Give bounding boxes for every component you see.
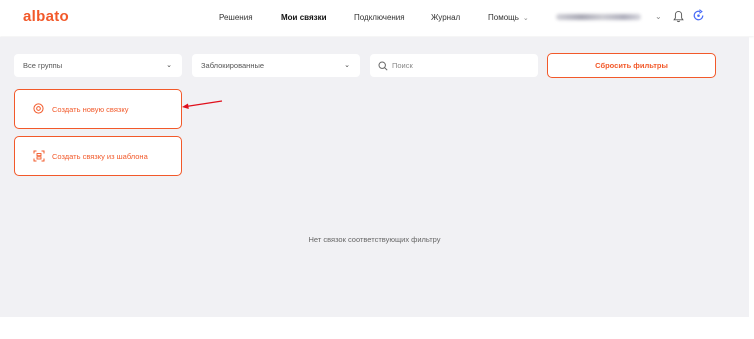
albato-logo[interactable]: albato	[23, 8, 69, 25]
create-from-template-label: Создать связку из шаблона	[52, 152, 148, 161]
reset-filters-button[interactable]: Сбросить фильтры	[547, 53, 716, 78]
search-input[interactable]: Поиск	[370, 54, 538, 77]
nav-connections[interactable]: Подключения	[354, 13, 405, 22]
nav-journal[interactable]: Журнал	[431, 13, 460, 22]
add-circle-icon	[33, 103, 44, 114]
template-icon	[33, 150, 45, 162]
nav-help[interactable]: Помощь ⌄	[488, 13, 529, 22]
chevron-down-icon[interactable]: ⌄	[655, 12, 662, 21]
empty-state-message: Нет связок соответствующих фильтру	[308, 235, 441, 244]
groups-select-value: Все группы	[23, 61, 63, 70]
create-new-bundle-button[interactable]: Создать новую связку	[14, 89, 182, 129]
nav-my-bundles[interactable]: Мои связки	[281, 13, 327, 22]
nav-solutions[interactable]: Решения	[219, 13, 253, 22]
annotation-arrow	[182, 100, 223, 109]
chevron-down-icon: ⌄	[166, 62, 172, 69]
create-from-template-button[interactable]: Создать связку из шаблона	[14, 136, 182, 176]
chevron-down-icon: ⌄	[522, 15, 529, 22]
groups-select[interactable]: Все группы ⌄	[14, 54, 182, 77]
search-placeholder: Поиск	[392, 61, 413, 70]
bell-icon[interactable]	[673, 10, 684, 23]
status-select-value: Заблокированные	[201, 61, 265, 70]
main-area: Все группы ⌄ Заблокированные ⌄ Поиск Сбр…	[0, 37, 749, 317]
chevron-down-icon: ⌄	[344, 62, 350, 69]
status-select[interactable]: Заблокированные ⌄	[192, 54, 360, 77]
nav-help-label: Помощь	[488, 13, 519, 22]
top-bar: albato Решения Мои связки Подключения Жу…	[0, 0, 754, 36]
create-new-bundle-label: Создать новую связку	[52, 105, 129, 114]
account-email-blurred[interactable]	[556, 14, 641, 20]
search-icon	[378, 61, 388, 71]
refresh-badge-icon[interactable]	[692, 9, 705, 22]
